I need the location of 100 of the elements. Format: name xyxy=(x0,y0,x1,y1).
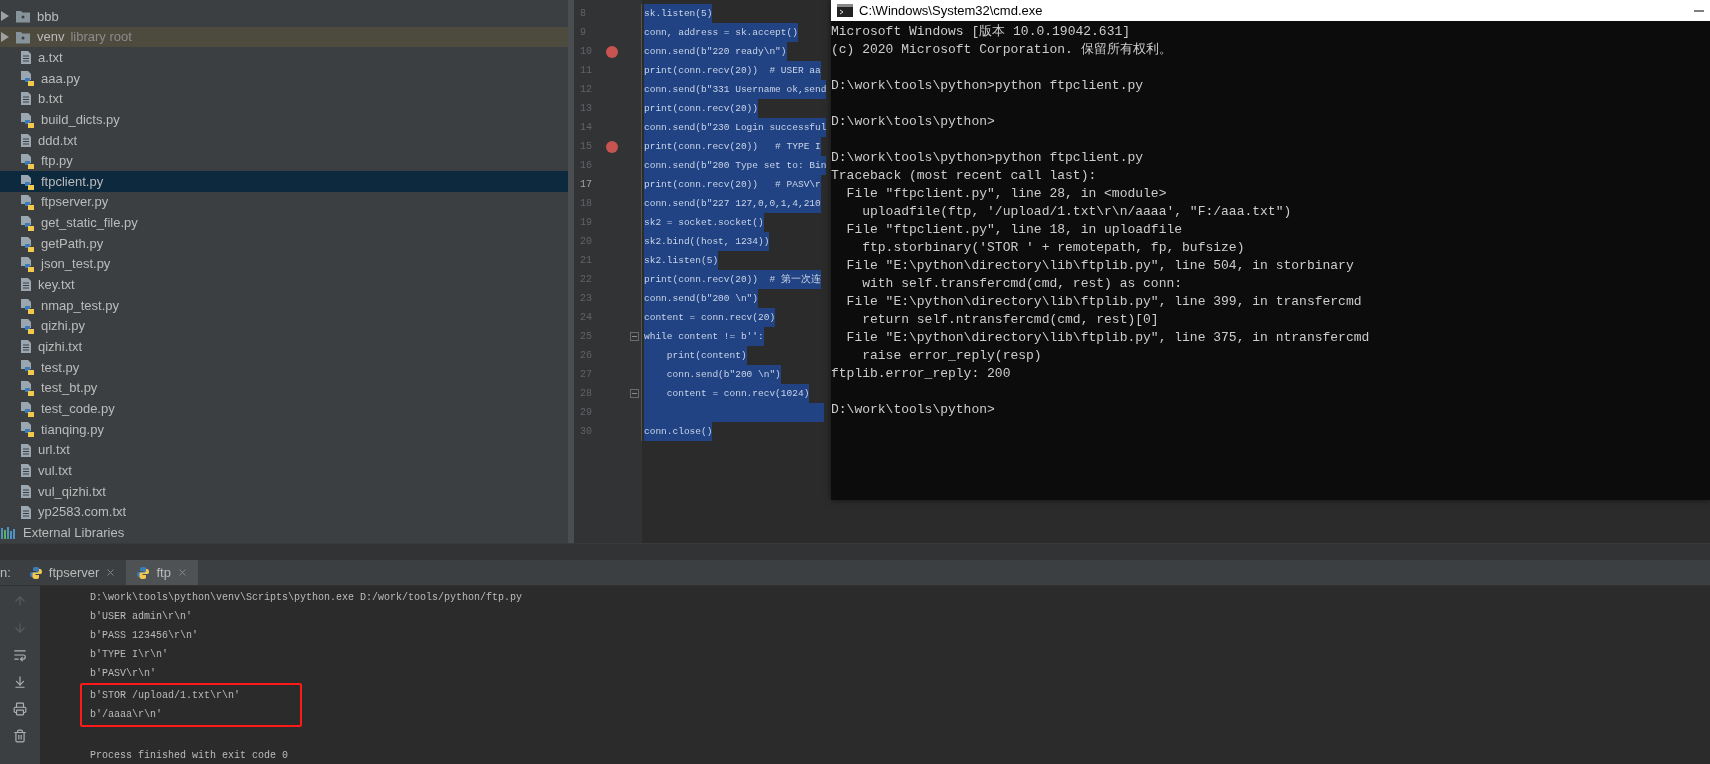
file-name: ftp.py xyxy=(41,152,73,171)
file-name: nmap_test.py xyxy=(41,296,120,315)
run-tab[interactable]: ftp xyxy=(126,560,198,585)
text-file-icon xyxy=(20,91,32,107)
file-name: qizhi.txt xyxy=(38,338,83,357)
python-file-icon xyxy=(20,214,35,231)
text-file-icon xyxy=(20,483,32,499)
run-label: n: xyxy=(0,563,12,582)
tree-item[interactable]: ftpserver.py xyxy=(0,191,568,213)
tree-item[interactable]: ftp.py xyxy=(0,150,568,172)
text-file-icon xyxy=(20,50,32,66)
file-name: yp2583.com.txt xyxy=(38,503,127,522)
tree-item[interactable]: b.txt xyxy=(0,88,568,110)
print-icon[interactable] xyxy=(13,702,27,716)
file-name: test_code.py xyxy=(41,400,115,419)
python-file-icon xyxy=(20,400,35,417)
tab-label: ftpserver xyxy=(48,563,100,582)
libraries-icon xyxy=(1,525,17,540)
console-text: uploadfile(ftp, '/upload/1.txt\r\n/aaaa', "F:/aaa.txt") xyxy=(861,203,1293,221)
tree-item[interactable]: getPath.py xyxy=(0,233,568,254)
console-text: File "ftpclient.py", line 18, in uploadfile xyxy=(845,221,1184,239)
tree-item[interactable]: key.txt xyxy=(0,274,568,296)
python-file-icon xyxy=(20,297,35,314)
console-text: raise error_reply(resp) xyxy=(861,347,1043,365)
library-root-hint: library root xyxy=(70,28,132,47)
close-icon[interactable] xyxy=(176,567,188,578)
console-line: b'TYPE I\r\n' xyxy=(90,648,169,662)
tree-item[interactable]: a.txt xyxy=(0,47,568,68)
file-name: ddd.txt xyxy=(38,131,78,150)
file-name: vul_qizhi.txt xyxy=(38,482,106,501)
tree-item[interactable]: test_bt.py xyxy=(0,377,568,399)
console-line: D:\work\tools\python\venv\Scripts\python.exe D:/work/tools/python/ftp.py xyxy=(90,591,523,605)
tree-item[interactable]: build_dicts.py xyxy=(0,109,568,130)
file-name: vul.txt xyxy=(38,462,72,480)
tree-item[interactable]: qizhi.py xyxy=(0,315,568,337)
tree-item[interactable]: json_test.py xyxy=(0,253,568,275)
tree-item[interactable]: nmap_test.py xyxy=(0,295,568,316)
console-text: with self.transfercmd(cmd, rest) as conn: xyxy=(861,275,1184,293)
file-name: get_static_file.py xyxy=(41,214,138,233)
console-line: b'USER admin\r\n' xyxy=(90,610,194,624)
python-file-icon xyxy=(20,194,35,211)
python-file-icon xyxy=(20,256,35,273)
console-text: D:\work\tools\python> xyxy=(831,401,996,419)
python-file-icon xyxy=(20,70,35,87)
tree-item[interactable]: test.py xyxy=(0,357,568,378)
collapsed-arrow-icon[interactable] xyxy=(0,32,9,42)
python-file-icon xyxy=(20,380,35,397)
console-text: D:\work\tools\python>python ftpclient.py xyxy=(831,77,1145,95)
file-name: venv xyxy=(37,28,65,47)
console-text: ftplib.error_reply: 200 xyxy=(831,365,1012,383)
console-text: return self.ntransfercmd(cmd, rest)[0] xyxy=(861,311,1160,329)
tree-item[interactable]: url.txt xyxy=(0,439,568,461)
file-name: b.txt xyxy=(38,90,63,109)
console-line: b'PASV\r\n' xyxy=(90,667,157,681)
file-name: json_test.py xyxy=(41,255,111,274)
tree-item[interactable]: bbb xyxy=(0,6,568,27)
tree-item[interactable]: venv library root xyxy=(0,26,568,48)
python-file-icon xyxy=(20,235,35,252)
console-text: File "E:\python\directory\lib\ftplib.py", line 375, in ntransfercmd xyxy=(845,329,1371,347)
file-name: a.txt xyxy=(38,48,63,67)
console-line: Process finished with exit code 0 xyxy=(90,749,290,763)
scroll-to-end-icon[interactable] xyxy=(13,675,27,689)
tab-label: ftp xyxy=(156,563,171,582)
file-name: test_bt.py xyxy=(41,379,98,398)
console-text: File "ftpclient.py", line 28, in <module> xyxy=(845,185,1168,203)
python-file-icon xyxy=(20,318,35,335)
tree-item[interactable]: ftpclient.py xyxy=(0,171,568,192)
console-text: Microsoft Windows [版本 10.0.19042.631] xyxy=(831,23,1132,41)
tree-item[interactable]: ddd.txt xyxy=(0,129,568,151)
text-file-icon xyxy=(20,504,32,520)
python-icon xyxy=(136,565,151,580)
text-file-icon xyxy=(20,277,32,293)
file-name: ftpclient.py xyxy=(41,172,104,191)
tree-item[interactable]: get_static_file.py xyxy=(0,212,568,234)
tree-item[interactable]: vul.txt xyxy=(0,460,568,482)
console-text: D:\work\tools\python>python ftpclient.py xyxy=(831,149,1145,167)
tree-item[interactable]: tianqing.py xyxy=(0,419,568,440)
file-name: test.py xyxy=(41,358,80,377)
tree-item[interactable]: vul_qizhi.txt xyxy=(0,481,568,502)
tree-item[interactable]: External Libraries xyxy=(0,522,568,543)
window-title: C:\Windows\System32\cmd.exe xyxy=(859,1,1043,20)
soft-wrap-icon[interactable] xyxy=(13,648,27,662)
close-icon[interactable] xyxy=(105,567,117,578)
file-name: External Libraries xyxy=(23,524,125,542)
text-file-icon xyxy=(20,132,32,148)
file-name: aaa.py xyxy=(41,69,81,88)
tree-item[interactable]: yp2583.com.txt xyxy=(0,501,568,523)
fold-marker-icon[interactable] xyxy=(630,332,639,341)
python-file-icon xyxy=(20,359,35,376)
console-text: D:\work\tools\python> xyxy=(831,113,996,131)
python-file-icon xyxy=(20,173,35,190)
collapsed-arrow-icon[interactable] xyxy=(0,11,9,22)
tree-item[interactable]: aaa.py xyxy=(0,67,568,89)
file-name: build_dicts.py xyxy=(41,110,120,129)
fold-marker-icon[interactable] xyxy=(630,389,639,398)
file-name: qizhi.py xyxy=(41,317,86,336)
trash-icon[interactable] xyxy=(13,729,27,743)
tree-item[interactable]: qizhi.txt xyxy=(0,336,568,358)
file-name: bbb xyxy=(37,7,59,26)
tree-item[interactable]: test_code.py xyxy=(0,398,568,420)
